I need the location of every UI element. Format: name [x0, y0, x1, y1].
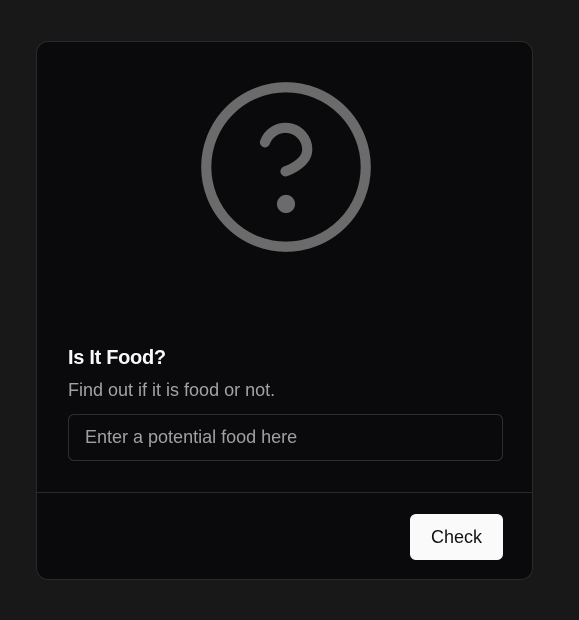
card-subtitle: Find out if it is food or not.: [68, 380, 276, 400]
card-title: Is It Food?: [68, 347, 166, 369]
question-circle-icon: [199, 80, 373, 254]
check-button[interactable]: Check: [410, 514, 503, 560]
food-check-card: Is It Food? Find out if it is food or no…: [36, 41, 533, 580]
card-content: Is It Food? Find out if it is food or no…: [68, 346, 503, 461]
food-input[interactable]: [68, 414, 503, 461]
footer-divider: [37, 492, 532, 493]
